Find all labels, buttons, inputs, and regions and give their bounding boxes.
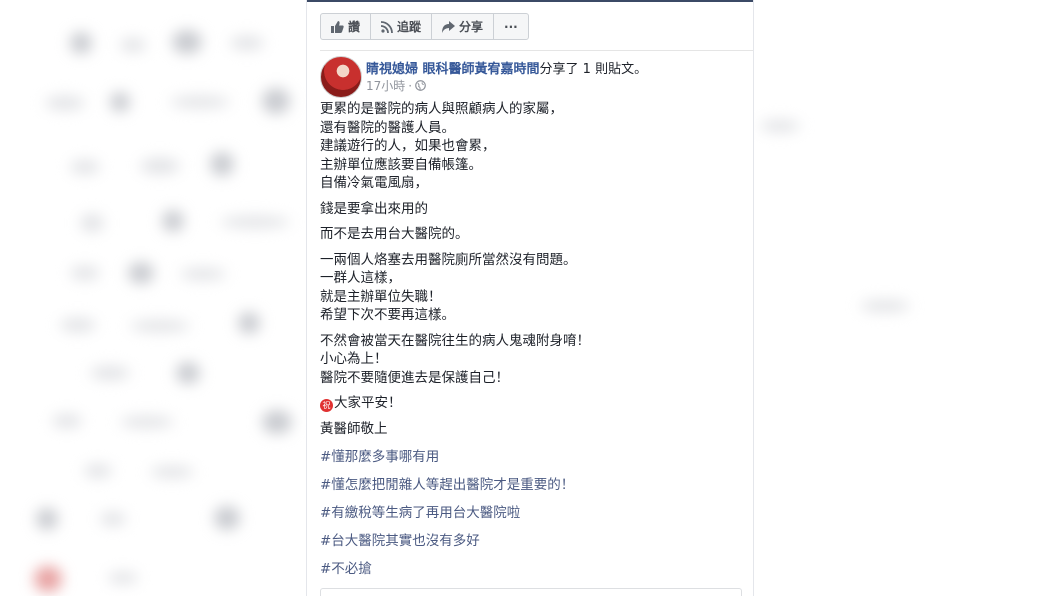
hashtag-link[interactable]: #懂怎麼把閒雜人等趕出醫院才是重要的！ xyxy=(320,473,740,493)
paragraph-3: 而不是去用台大醫院的。 xyxy=(320,225,740,244)
text-line: 而不是去用台大醫院的。 xyxy=(320,226,469,242)
text-line: 還有醫院的醫護人員。 xyxy=(320,119,455,136)
follow-label: 追蹤 xyxy=(397,20,422,34)
text-line: 自備冷氣電風扇， xyxy=(320,175,428,191)
paragraph-1: 更累的是醫院的病人與照顧病人的家屬， 還有醫院的醫護人員。 建議遊行的人，如果也… xyxy=(320,100,740,193)
header-divider xyxy=(320,50,753,51)
post-meta: 17小時 · xyxy=(366,77,426,94)
text-line: 就是主辦單位失職！ xyxy=(320,288,442,305)
shared-post-preview[interactable] xyxy=(320,588,742,596)
paragraph-5: 不然會被當天在醫院往生的病人鬼魂附身唷！ 小心為上！ 醫院不要隨便進去是保護自己… xyxy=(320,332,740,388)
hashtag-link[interactable]: #懂那麼多事哪有用 xyxy=(320,445,740,465)
post-action-bar: 讚 追蹤 分享 ··· xyxy=(320,13,529,40)
text-line: 小心為上！ xyxy=(320,351,388,367)
text-line: 主辦單位應該要自備帳篷。 xyxy=(320,156,482,173)
signature: 黃醫師敬上 xyxy=(320,420,388,437)
text-line: 一群人這樣， xyxy=(320,270,401,286)
author-avatar[interactable] xyxy=(320,56,362,98)
more-dots-icon: ··· xyxy=(504,19,518,34)
post-header: 睛視媳婦 眼科醫師黃宥嘉時間分享了 1 則貼文。 xyxy=(366,58,647,77)
hashtag-link[interactable]: #不必搶 xyxy=(320,557,740,577)
like-button[interactable]: 讚 xyxy=(321,14,372,39)
text-line: 一兩個人烙塞去用醫院廁所當然沒有問題。 xyxy=(320,251,577,268)
blessing-line: 祝大家平安！ xyxy=(320,394,740,413)
shared-post-text: 分享了 1 則貼文。 xyxy=(539,62,648,77)
share-button[interactable]: 分享 xyxy=(432,14,495,39)
share-label: 分享 xyxy=(459,20,484,34)
meta-separator: · xyxy=(408,78,413,93)
rss-follow-icon xyxy=(381,20,393,33)
follow-button[interactable]: 追蹤 xyxy=(371,14,433,39)
thumbs-up-icon xyxy=(331,20,344,33)
paragraph-4: 一兩個人烙塞去用醫院廁所當然沒有問題。 一群人這樣， 就是主辦單位失職！ 希望下… xyxy=(320,251,740,325)
post-body: 更累的是醫院的病人與照顧病人的家屬， 還有醫院的醫護人員。 建議遊行的人，如果也… xyxy=(320,100,740,585)
blessing-text: 大家平安！ xyxy=(334,395,402,411)
author-name-link[interactable]: 睛視媳婦 眼科醫師黃宥嘉時間 xyxy=(366,62,540,77)
text-line: 希望下次不要再這樣。 xyxy=(320,307,455,323)
like-label: 讚 xyxy=(348,20,361,34)
text-line: 建議遊行的人，如果也會累， xyxy=(320,138,496,154)
text-line: 更累的是醫院的病人與照顧病人的家屬， xyxy=(320,101,563,117)
blessing-emoji-icon: 祝 xyxy=(320,399,333,412)
globe-icon[interactable] xyxy=(415,80,426,91)
text-line: 醫院不要隨便進去是保護自己！ xyxy=(320,369,509,386)
share-arrow-icon xyxy=(442,20,456,33)
text-line: 不然會被當天在醫院往生的病人鬼魂附身唷！ xyxy=(320,332,590,349)
more-options-button[interactable]: ··· xyxy=(494,14,528,39)
paragraph-2: 錢是要拿出來用的 xyxy=(320,200,740,219)
hashtag-link[interactable]: #有繳稅等生病了再用台大醫院啦 xyxy=(320,501,740,521)
hashtag-link[interactable]: #台大醫院其實也沒有多好 xyxy=(320,529,740,549)
text-line: 錢是要拿出來用的 xyxy=(320,200,428,217)
post-timestamp[interactable]: 17小時 xyxy=(366,77,405,94)
post-card: 讚 追蹤 分享 ··· 睛視媳婦 眼科醫師黃宥嘉時間分享了 1 則貼文。 17小… xyxy=(306,0,754,596)
